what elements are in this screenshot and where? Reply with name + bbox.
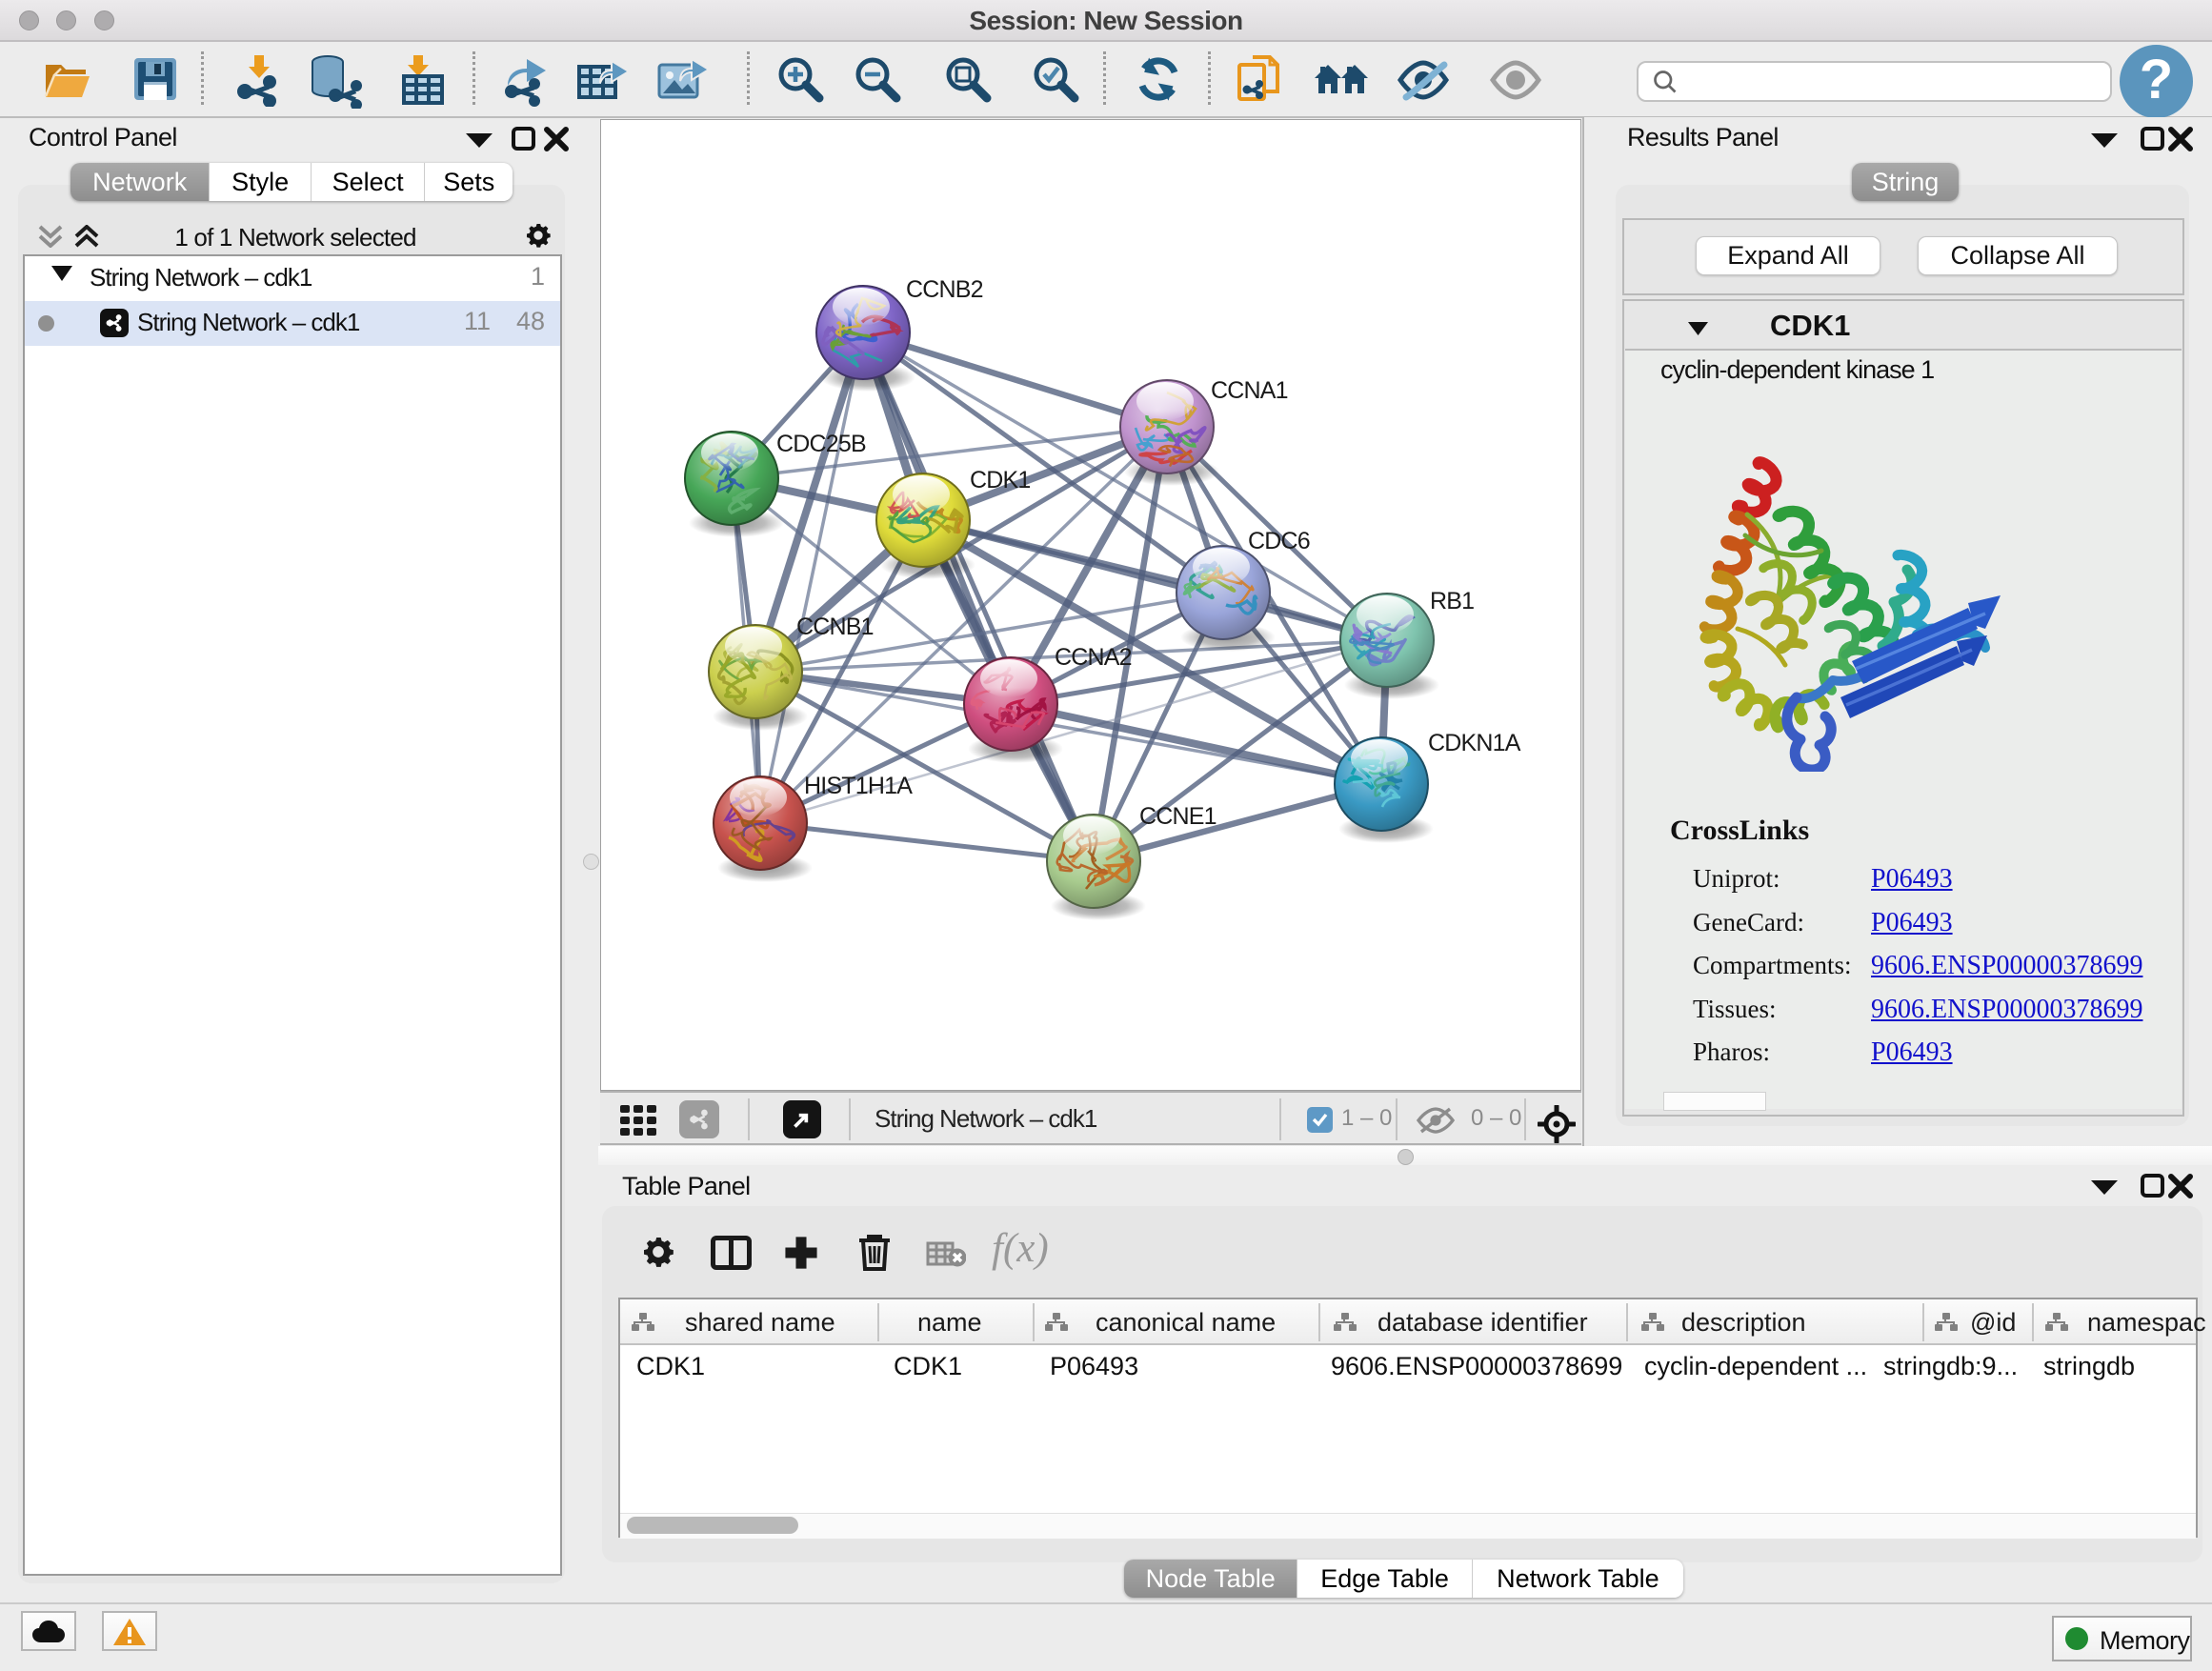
svg-text:CCNE1: CCNE1 bbox=[1139, 803, 1217, 830]
svg-text:CCNA1: CCNA1 bbox=[1211, 377, 1288, 404]
svg-text:CDC6: CDC6 bbox=[1248, 528, 1310, 554]
svg-text:CDKN1A: CDKN1A bbox=[1428, 730, 1521, 756]
svg-text:CCNB1: CCNB1 bbox=[796, 614, 874, 640]
svg-text:CDC25B: CDC25B bbox=[776, 431, 866, 457]
svg-text:CCNA2: CCNA2 bbox=[1055, 644, 1132, 671]
svg-text:HIST1H1A: HIST1H1A bbox=[804, 773, 913, 799]
svg-text:CDK1: CDK1 bbox=[970, 467, 1031, 493]
svg-text:CCNB2: CCNB2 bbox=[906, 276, 983, 303]
svg-text:RB1: RB1 bbox=[1430, 588, 1474, 614]
